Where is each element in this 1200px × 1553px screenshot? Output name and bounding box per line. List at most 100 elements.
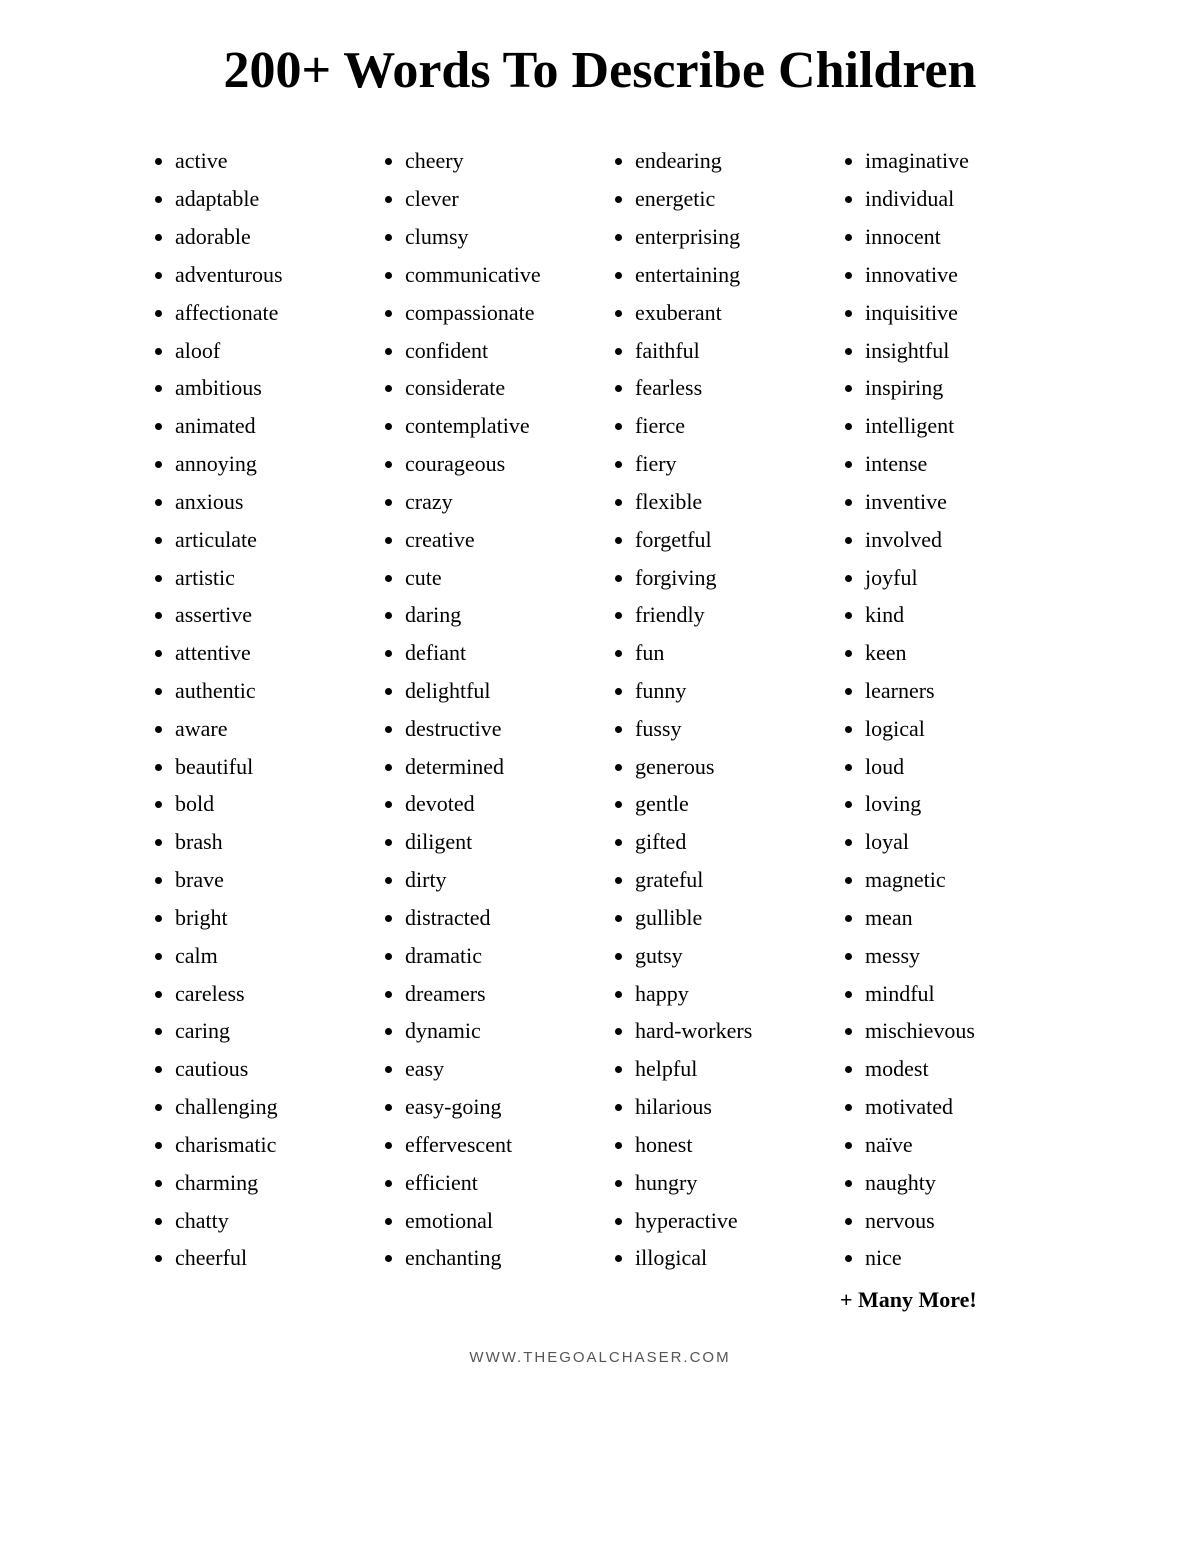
list-item: magnetic	[865, 861, 1050, 899]
list-item: kind	[865, 596, 1050, 634]
list-item: courageous	[405, 445, 590, 483]
list-item: generous	[635, 748, 820, 786]
list-item: mean	[865, 899, 1050, 937]
list-item: dirty	[405, 861, 590, 899]
list-item: helpful	[635, 1050, 820, 1088]
column-4: imaginativeindividualinnocentinnovativei…	[830, 142, 1060, 1319]
list-item: happy	[635, 975, 820, 1013]
list-item: innocent	[865, 218, 1050, 256]
list-item: assertive	[175, 596, 360, 634]
list-item: gutsy	[635, 937, 820, 975]
list-item: defiant	[405, 634, 590, 672]
list-item: keen	[865, 634, 1050, 672]
list-item: endearing	[635, 142, 820, 180]
list-item: adaptable	[175, 180, 360, 218]
list-item: exuberant	[635, 294, 820, 332]
list-item: nervous	[865, 1202, 1050, 1240]
list-item: motivated	[865, 1088, 1050, 1126]
list-item: creative	[405, 521, 590, 559]
list-item: messy	[865, 937, 1050, 975]
page-title: 200+ Words To Describe Children	[140, 40, 1060, 102]
list-item: flexible	[635, 483, 820, 521]
list-item: modest	[865, 1050, 1050, 1088]
list-item: emotional	[405, 1202, 590, 1240]
list-item: naughty	[865, 1164, 1050, 1202]
word-list-2: cheerycleverclumsycommunicativecompassio…	[380, 142, 590, 1277]
list-item: gentle	[635, 785, 820, 823]
list-item: ambitious	[175, 369, 360, 407]
list-item: considerate	[405, 369, 590, 407]
list-item: nice	[865, 1239, 1050, 1277]
page-container: 200+ Words To Describe Children activead…	[120, 0, 1080, 1416]
list-item: determined	[405, 748, 590, 786]
list-item: imaginative	[865, 142, 1050, 180]
list-item: chatty	[175, 1202, 360, 1240]
columns-container: activeadaptableadorableadventurousaffect…	[140, 142, 1060, 1319]
list-item: naïve	[865, 1126, 1050, 1164]
list-item: careless	[175, 975, 360, 1013]
list-item: charismatic	[175, 1126, 360, 1164]
list-item: crazy	[405, 483, 590, 521]
list-item: distracted	[405, 899, 590, 937]
list-item: inventive	[865, 483, 1050, 521]
list-item: easy-going	[405, 1088, 590, 1126]
list-item: inspiring	[865, 369, 1050, 407]
list-item: involved	[865, 521, 1050, 559]
list-item: funny	[635, 672, 820, 710]
list-item: anxious	[175, 483, 360, 521]
list-item: aware	[175, 710, 360, 748]
list-item: devoted	[405, 785, 590, 823]
list-item: enchanting	[405, 1239, 590, 1277]
list-item: cautious	[175, 1050, 360, 1088]
list-item: charming	[175, 1164, 360, 1202]
list-item: hilarious	[635, 1088, 820, 1126]
list-item: honest	[635, 1126, 820, 1164]
list-item: logical	[865, 710, 1050, 748]
list-item: fierce	[635, 407, 820, 445]
list-item: artistic	[175, 559, 360, 597]
list-item: fiery	[635, 445, 820, 483]
list-item: effervescent	[405, 1126, 590, 1164]
list-item: loud	[865, 748, 1050, 786]
list-item: brash	[175, 823, 360, 861]
list-item: mischievous	[865, 1012, 1050, 1050]
list-item: hyperactive	[635, 1202, 820, 1240]
list-item: challenging	[175, 1088, 360, 1126]
list-item: gullible	[635, 899, 820, 937]
list-item: grateful	[635, 861, 820, 899]
list-item: joyful	[865, 559, 1050, 597]
list-item: friendly	[635, 596, 820, 634]
list-item: gifted	[635, 823, 820, 861]
list-item: clumsy	[405, 218, 590, 256]
word-list-4: imaginativeindividualinnocentinnovativei…	[840, 142, 1050, 1277]
list-item: confident	[405, 332, 590, 370]
word-list-1: activeadaptableadorableadventurousaffect…	[150, 142, 360, 1277]
list-item: cute	[405, 559, 590, 597]
list-item: easy	[405, 1050, 590, 1088]
list-item: affectionate	[175, 294, 360, 332]
list-item: dynamic	[405, 1012, 590, 1050]
footer: WWW.THEGOALCHASER.COM	[140, 1349, 1060, 1386]
list-item: forgiving	[635, 559, 820, 597]
list-item: entertaining	[635, 256, 820, 294]
list-item: efficient	[405, 1164, 590, 1202]
list-item: adorable	[175, 218, 360, 256]
list-item: attentive	[175, 634, 360, 672]
list-item: adventurous	[175, 256, 360, 294]
list-item: fun	[635, 634, 820, 672]
list-item: aloof	[175, 332, 360, 370]
list-item: dramatic	[405, 937, 590, 975]
list-item: hungry	[635, 1164, 820, 1202]
list-item: authentic	[175, 672, 360, 710]
list-item: fussy	[635, 710, 820, 748]
list-item: destructive	[405, 710, 590, 748]
list-item: faithful	[635, 332, 820, 370]
list-item: active	[175, 142, 360, 180]
list-item: mindful	[865, 975, 1050, 1013]
list-item: forgetful	[635, 521, 820, 559]
list-item: brave	[175, 861, 360, 899]
list-item: contemplative	[405, 407, 590, 445]
list-item: learners	[865, 672, 1050, 710]
list-item: energetic	[635, 180, 820, 218]
list-item: dreamers	[405, 975, 590, 1013]
